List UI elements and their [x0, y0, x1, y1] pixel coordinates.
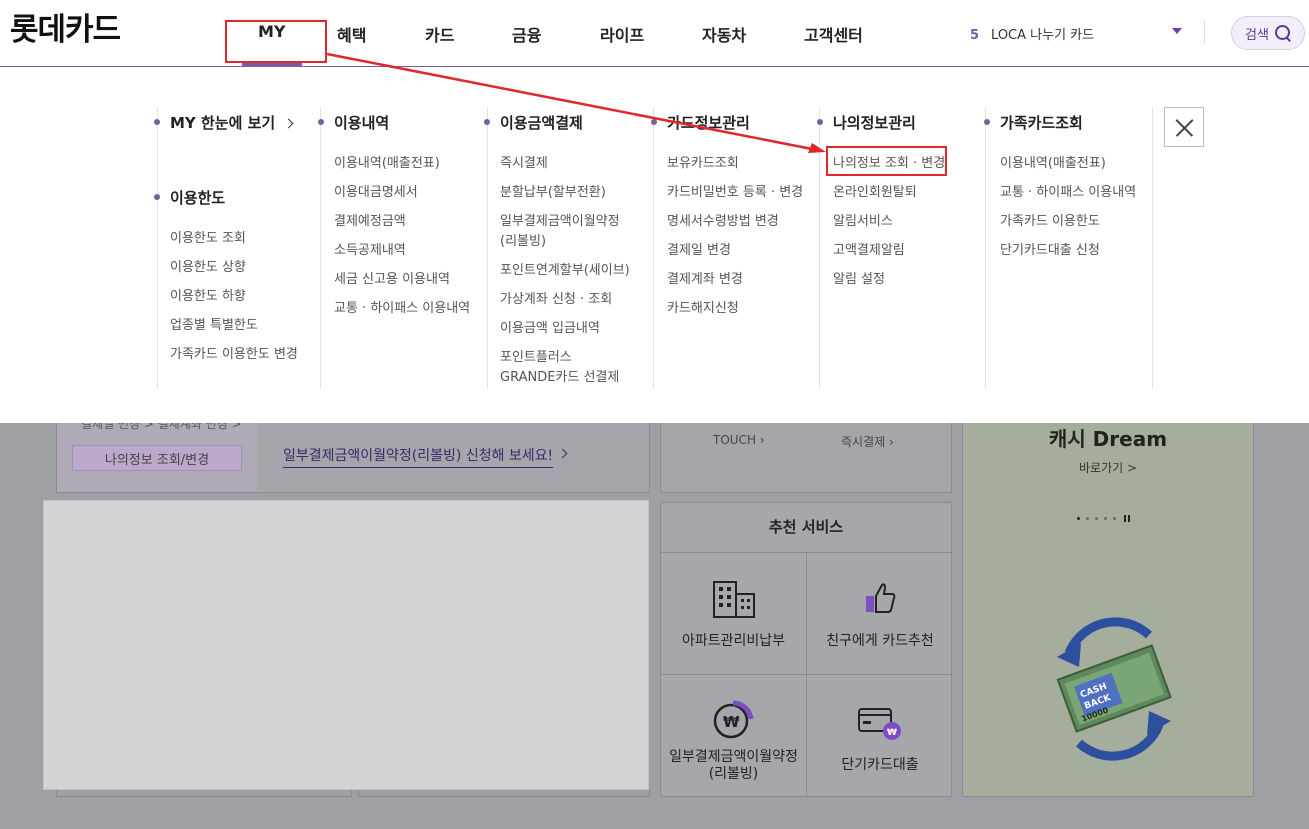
annotation-arrow	[326, 52, 826, 153]
